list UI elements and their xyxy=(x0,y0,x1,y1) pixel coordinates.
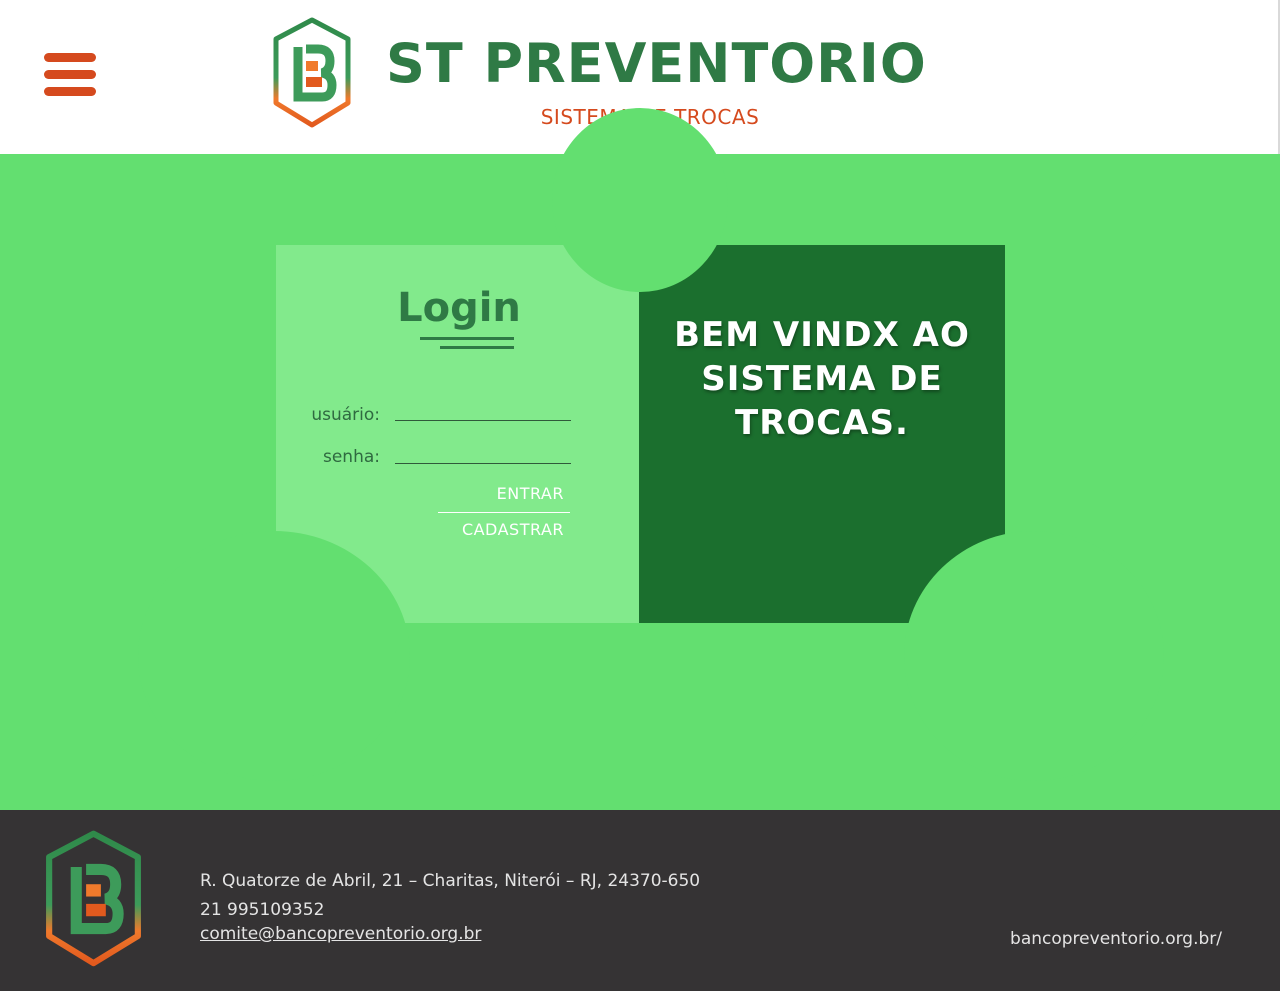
menu-bar xyxy=(44,87,96,96)
footer-email-link[interactable]: comite@bancopreventorio.org.br xyxy=(200,924,481,944)
username-input[interactable] xyxy=(395,397,571,421)
hexagon-b-logo-icon xyxy=(273,17,351,128)
login-title: Login xyxy=(397,285,521,331)
register-button[interactable]: CADASTRAR xyxy=(424,520,564,539)
title-underline xyxy=(440,346,514,349)
button-divider xyxy=(438,512,570,513)
title-underline xyxy=(420,337,514,340)
card-notch xyxy=(138,531,410,781)
enter-button[interactable]: ENTRAR xyxy=(424,484,564,503)
footer-website-link[interactable]: bancopreventorio.org.br/ xyxy=(1010,929,1222,949)
username-label: usuário: xyxy=(311,405,380,425)
welcome-text: BEM VINDX AO SISTEMA DE TROCAS. xyxy=(674,315,970,443)
footer-phone: 21 995109352 xyxy=(200,900,325,920)
app-footer: R. Quatorze de Abril, 21 – Charitas, Nit… xyxy=(0,810,1280,991)
card-notch xyxy=(552,108,728,292)
hexagon-b-logo-icon xyxy=(46,830,141,967)
menu-bar xyxy=(44,53,96,62)
brand-title: ST PREVENTORIO xyxy=(386,32,927,95)
card-notch xyxy=(904,531,1164,781)
hamburger-menu-icon[interactable] xyxy=(44,52,96,98)
login-card: Login usuário: senha: ENTRAR CADASTRAR B… xyxy=(138,108,1164,781)
password-label: senha: xyxy=(322,447,380,467)
menu-bar xyxy=(44,70,96,79)
password-input[interactable] xyxy=(395,440,571,464)
footer-address: R. Quatorze de Abril, 21 – Charitas, Nit… xyxy=(200,871,701,891)
